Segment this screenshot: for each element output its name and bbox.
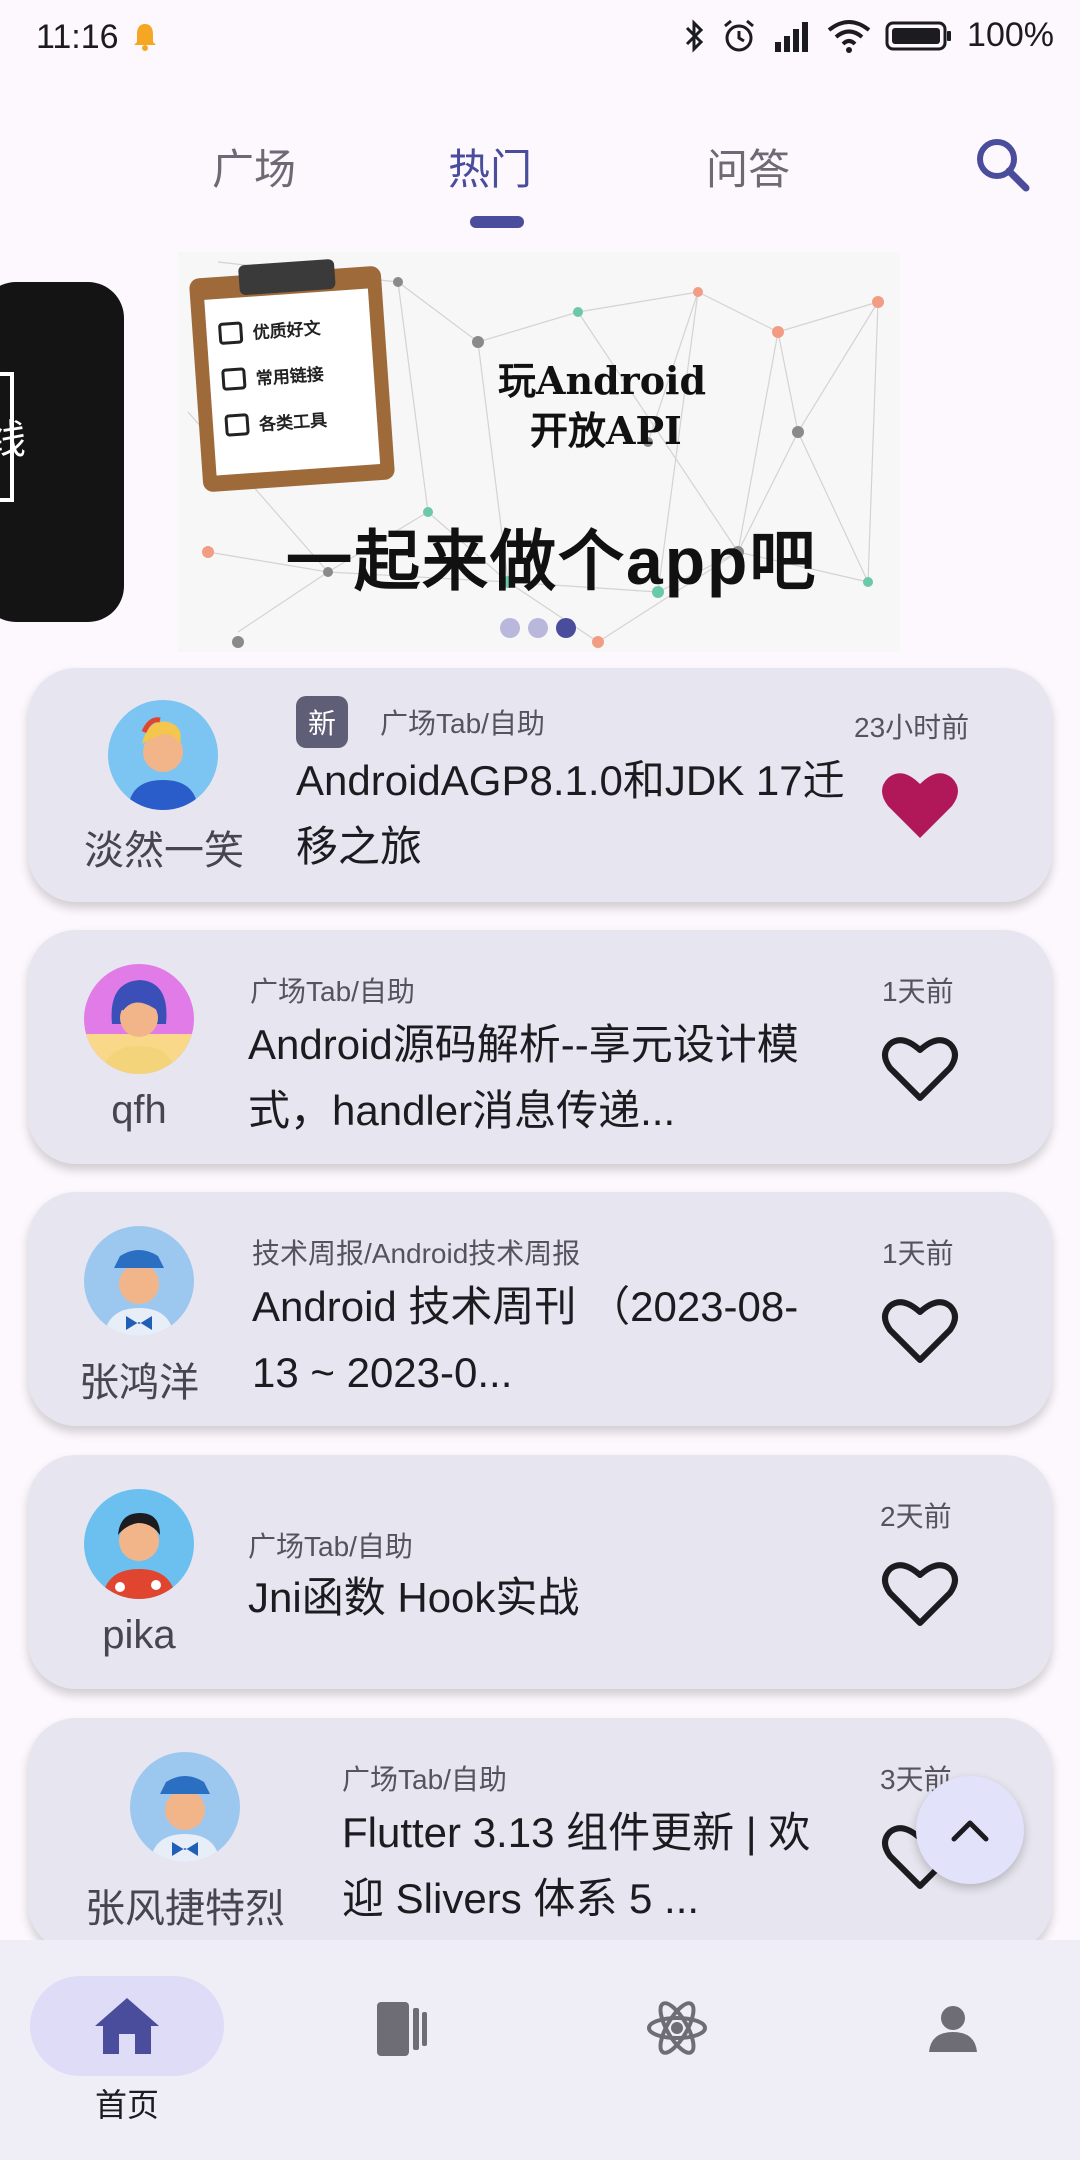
nav-system-pill xyxy=(304,1976,498,2080)
page-dot-active xyxy=(556,618,576,638)
battery-icon xyxy=(885,21,952,50)
chevron-up-icon xyxy=(951,1820,989,1842)
alarm-icon xyxy=(724,19,754,51)
chapter-name[interactable]: 技术周报/Android技术周报 xyxy=(252,1232,580,1272)
top-tab-bar: 广场 热门 问答 xyxy=(0,120,1080,230)
article-card[interactable]: 张鸿洋 技术周报/Android技术周报 1天前 Android 技术周刊 （2… xyxy=(28,1192,1052,1426)
author-name[interactable]: 张鸿洋 xyxy=(56,1350,222,1408)
search-icon[interactable] xyxy=(970,132,1034,196)
battery-percent: 100% xyxy=(967,16,1054,54)
clipboard-item: 各类工具 xyxy=(258,410,328,435)
checkbox-icon xyxy=(221,366,247,391)
clipboard-clip xyxy=(237,258,336,296)
author-name[interactable]: 张风捷特烈 xyxy=(72,1876,298,1934)
avatar[interactable] xyxy=(108,700,218,810)
atom-icon xyxy=(647,2001,707,2055)
home-icon xyxy=(95,1998,159,2054)
book-icon xyxy=(377,2002,427,2056)
notification-bell-icon xyxy=(134,24,156,51)
tab-indicator xyxy=(470,216,524,228)
article-time: 1天前 xyxy=(882,976,954,1007)
article-time: 23小时前 xyxy=(854,712,970,743)
avatar[interactable] xyxy=(84,1489,194,1599)
checkbox-icon xyxy=(224,412,250,437)
tab-qa[interactable]: 问答 xyxy=(706,136,790,197)
author-name[interactable]: pika xyxy=(84,1613,194,1658)
clipboard-item: 常用链接 xyxy=(255,364,325,389)
banner-page-indicator xyxy=(500,618,576,638)
banner-previous-slide[interactable]: 线 xyxy=(0,282,124,622)
heart-outline-icon[interactable] xyxy=(880,1034,960,1106)
heart-outline-icon[interactable] xyxy=(880,1296,960,1368)
new-badge: 新 xyxy=(296,696,348,748)
banner-slogan: 一起来做个app吧 xyxy=(286,524,818,598)
scroll-to-top-button[interactable] xyxy=(916,1776,1024,1884)
checkbox-icon xyxy=(217,320,244,345)
status-bar: 11:16 100% xyxy=(0,0,1080,80)
bluetooth-icon xyxy=(685,18,704,53)
wifi-icon xyxy=(827,19,871,53)
avatar[interactable] xyxy=(130,1752,240,1862)
banner-title-line1: 玩Android xyxy=(498,358,707,403)
nav-home[interactable]: 首页 xyxy=(30,1976,224,2126)
article-title[interactable]: Jni函数 Hook实战 xyxy=(248,1565,808,1631)
page-dot xyxy=(528,618,548,638)
heart-outline-icon[interactable] xyxy=(880,1559,960,1631)
avatar-illustration xyxy=(84,980,194,1074)
avatar-illustration xyxy=(104,1250,174,1336)
nav-home-label: 首页 xyxy=(94,2087,159,2123)
chapter-name[interactable]: 广场Tab/自助 xyxy=(342,1758,507,1798)
clipboard-row: 常用链接 xyxy=(221,360,324,392)
clipboard-item: 优质好文 xyxy=(252,318,322,343)
clipboard-paper: 优质好文 常用链接 各类工具 xyxy=(204,288,381,476)
banner-carousel[interactable]: 优质好文 常用链接 各类工具 玩Android 开放API 一起来做个app吧 xyxy=(178,252,900,652)
article-time: 1天前 xyxy=(882,1238,954,1269)
clipboard-row: 各类工具 xyxy=(224,406,328,438)
article-title[interactable]: Android 技术周刊 （2023-08-13 ~ 2023-0... xyxy=(252,1274,832,1406)
nav-project[interactable] xyxy=(580,1976,774,2126)
avatar-illustration xyxy=(128,717,198,810)
tab-square[interactable]: 广场 xyxy=(212,136,296,197)
nav-home-pill xyxy=(30,1976,224,2076)
clipboard-illustration: 优质好文 常用链接 各类工具 xyxy=(188,258,396,493)
article-title[interactable]: Flutter 3.13 组件更新 | 欢迎 Slivers 体系 5 ... xyxy=(342,1800,842,1932)
article-card[interactable]: pika 广场Tab/自助 2天前 Jni函数 Hook实战 xyxy=(28,1455,1052,1689)
author-name[interactable]: qfh xyxy=(84,1088,194,1133)
heart-filled-icon[interactable] xyxy=(880,770,960,842)
article-card[interactable]: qfh 广场Tab/自助 1天前 Android源码解析--享元设计模式，han… xyxy=(28,930,1052,1164)
chapter-name[interactable]: 广场Tab/自助 xyxy=(380,702,545,742)
nav-system[interactable] xyxy=(304,1976,498,2126)
person-icon xyxy=(929,2006,977,2052)
nav-project-pill xyxy=(580,1976,774,2080)
avatar-illustration xyxy=(102,1513,176,1599)
article-title[interactable]: Android源码解析--享元设计模式，handler消息传递... xyxy=(248,1012,828,1144)
avatar-illustration xyxy=(150,1776,220,1862)
bottom-navigation: 首页 xyxy=(0,1940,1080,2160)
nav-profile-pill xyxy=(856,1976,1050,2080)
chapter-name[interactable]: 广场Tab/自助 xyxy=(248,1525,413,1565)
article-card[interactable]: 淡然一笑 新 广场Tab/自助 23小时前 AndroidAGP8.1.0和JD… xyxy=(28,668,1052,902)
clipboard-row: 优质好文 xyxy=(217,314,322,346)
article-card[interactable]: 张风捷特烈 广场Tab/自助 3天前 Flutter 3.13 组件更新 | 欢… xyxy=(28,1718,1052,1952)
article-time: 2天前 xyxy=(880,1501,952,1532)
avatar[interactable] xyxy=(84,964,194,1074)
banner-title-line2: 开放API xyxy=(530,408,682,453)
avatar[interactable] xyxy=(84,1226,194,1336)
page-dot xyxy=(500,618,520,638)
tab-hot[interactable]: 热门 xyxy=(448,136,532,197)
banner-side-text: 线 xyxy=(0,418,26,462)
status-time: 11:16 xyxy=(36,18,119,56)
nav-profile[interactable] xyxy=(856,1976,1050,2126)
author-name[interactable]: 淡然一笑 xyxy=(72,818,256,876)
article-title[interactable]: AndroidAGP8.1.0和JDK 17迁移之旅 xyxy=(296,748,856,880)
chapter-name[interactable]: 广场Tab/自助 xyxy=(250,970,415,1010)
signal-icon xyxy=(775,21,809,52)
